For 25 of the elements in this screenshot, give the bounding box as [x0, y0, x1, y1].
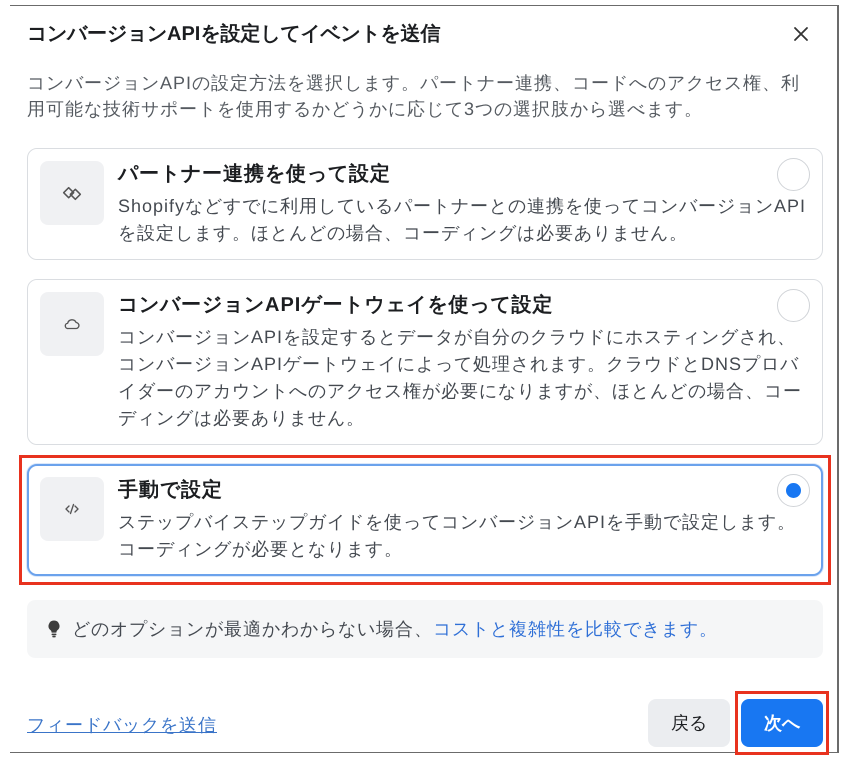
close-icon: [793, 26, 809, 42]
dialog-title: コンバージョンAPIを設定してイベントを送信: [27, 22, 440, 47]
compare-link[interactable]: コストと複雑性を比較できます。: [433, 619, 718, 639]
feedback-link[interactable]: フィードバックを送信: [27, 713, 217, 737]
back-button[interactable]: 戻る: [648, 699, 730, 747]
option-card[interactable]: パートナー連携を使って設定 Shopifyなどすでに利用しているパートナーとの連携を使ってコンバージョンAPIを設定します。ほとんどの場合、コーディングは必要ありません。: [27, 148, 823, 260]
option-title: コンバージョンAPIゲートウェイを使って設定: [118, 292, 554, 318]
cloud-icon: [40, 292, 104, 356]
option-title: パートナー連携を使って設定: [118, 162, 391, 187]
hint-text: どのオプションが最適かわからない場合、コストと複雑性を比較できます。: [72, 618, 718, 641]
lightbulb-icon: [48, 620, 60, 638]
linked-diamonds-icon: [40, 161, 104, 225]
option-description: Shopifyなどすでに利用しているパートナーとの連携を使ってコンバージョンAPIを設定します。ほとんどの場合、コーディングは必要ありません。: [118, 195, 808, 245]
radio-button[interactable]: [777, 474, 810, 506]
option-card[interactable]: コンバージョンAPIゲートウェイを使って設定 コンバージョンAPIを設定するとデータが自分のクラウドにホスティングされ、コンバージョンAPIゲートウェイによって処理されます。クラウドとDNSプロバイダーのアカウントへのアクセス権が必要になりますが、ほとんどの場合、コーディングは必要ありません。: [27, 279, 823, 445]
option-title: 手動で設定: [118, 478, 223, 503]
radio-button[interactable]: [777, 288, 810, 322]
close-button[interactable]: [793, 26, 809, 42]
dialog-description: コンバージョンAPIの設定方法を選択します。パートナー連携、コードへのアクセス権、利用可能な技術サポートを使用するかどうかに応じて3つの選択肢から選べます。: [27, 72, 802, 121]
option-description: コンバージョンAPIを設定するとデータが自分のクラウドにホスティングされ、コンバージョンAPIゲートウェイによって処理されます。クラウドとDNSプロバイダーのアカウントへのアクセス権が必要になりますが、ほとんどの場合、コーディングは必要ありません。: [118, 326, 803, 430]
option-card[interactable]: 手動で設定 ステップバイステップガイドを使ってコンバージョンAPIを手動で設定します。コーディングが必要となります。: [27, 464, 823, 576]
code-icon: [40, 477, 104, 541]
next-button[interactable]: 次へ: [741, 699, 823, 747]
radio-button[interactable]: [777, 158, 810, 190]
option-description: ステップバイステップガイドを使ってコンバージョンAPIを手動で設定します。コーディングが必要となります。: [118, 511, 798, 561]
